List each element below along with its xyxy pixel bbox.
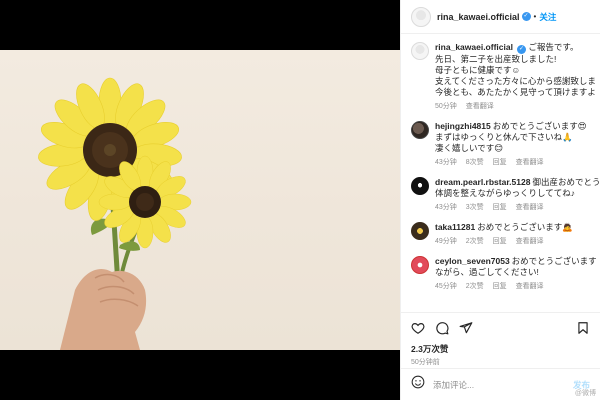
post-photo[interactable] bbox=[0, 50, 400, 350]
commenter-avatar[interactable] bbox=[411, 177, 429, 195]
comment-item: ceylon_seven7053 おめでとうございます ながら、過ごしてください!… bbox=[411, 256, 600, 291]
share-icon[interactable] bbox=[459, 321, 473, 335]
verified-badge-icon: ✓ bbox=[521, 12, 531, 21]
commenter-avatar[interactable] bbox=[411, 222, 429, 240]
comment-like-count[interactable]: 2次赞 bbox=[466, 283, 484, 290]
comment-like-count[interactable]: 3次赞 bbox=[466, 204, 484, 211]
reply-button[interactable]: 回复 bbox=[493, 159, 507, 166]
comment-like-count[interactable]: 2次赞 bbox=[466, 238, 484, 245]
weibo-watermark: @微博 bbox=[574, 390, 596, 397]
commenter-avatar[interactable] bbox=[411, 256, 429, 274]
caption-line: 今後とも、あたたかく見守って頂けますよ bbox=[435, 87, 596, 97]
caption-meta: 50分钟 查看翻译 bbox=[435, 101, 600, 111]
translate-link[interactable]: 查看翻译 bbox=[466, 103, 494, 110]
separator-dot: • bbox=[533, 12, 537, 21]
comment-input[interactable] bbox=[433, 379, 573, 390]
commenter-avatar[interactable] bbox=[411, 121, 429, 139]
comment-time: 45分钟 bbox=[435, 283, 457, 290]
comments-list[interactable]: rina_kawaei.official ✓ ご報告です。 先日、第二子を出産致し… bbox=[401, 34, 600, 312]
comment-item: taka11281 おめでとうございます🙇 49分钟 2次赞 回复 查看翻译 bbox=[411, 222, 600, 246]
post-header: rina_kawaei.official ✓ • 关注 bbox=[401, 0, 600, 34]
translate-link[interactable]: 查看翻译 bbox=[516, 159, 544, 166]
comment-line: まずはゆっくりと休んで下さいね🙏 bbox=[435, 132, 573, 142]
caption-line: 母子ともに健康です☺ bbox=[435, 65, 521, 75]
comment-line: おめでとうございます😍 bbox=[492, 121, 587, 131]
comment-time: 43分钟 bbox=[435, 159, 457, 166]
translate-link[interactable]: 查看翻译 bbox=[516, 238, 544, 245]
reply-button[interactable]: 回复 bbox=[493, 204, 507, 211]
translate-link[interactable]: 查看翻译 bbox=[516, 283, 544, 290]
caption-line: ご報告です。 bbox=[528, 42, 579, 52]
comment-time: 49分钟 bbox=[435, 238, 457, 245]
comment-line: おめでとうございます bbox=[511, 256, 597, 266]
action-icon-row bbox=[411, 319, 590, 337]
caption-line: 支えてくださった方々に心から感謝致しま bbox=[435, 76, 596, 86]
author-username[interactable]: rina_kawaei.official bbox=[437, 12, 520, 22]
comment-icon[interactable] bbox=[435, 321, 449, 335]
emoji-icon[interactable] bbox=[411, 375, 425, 394]
comment-line: 御出産おめでとう bbox=[532, 177, 600, 187]
bookmark-icon[interactable] bbox=[576, 321, 590, 335]
post-image-pane bbox=[0, 0, 400, 400]
like-count[interactable]: 2.3万次赞 bbox=[411, 343, 590, 355]
post-actions: 2.3万次赞 50分钟前 发布 @微博 bbox=[401, 312, 600, 400]
comment-like-count[interactable]: 8次赞 bbox=[466, 159, 484, 166]
comment-line: おめでとうございます🙇 bbox=[477, 222, 573, 232]
caption-username[interactable]: rina_kawaei.official bbox=[435, 42, 513, 52]
comment-meta: 43分钟 3次赞 回复 查看翻译 bbox=[435, 202, 600, 212]
comment-item: hejingzhi4815 おめでとうございます😍 まずはゆっくりと休んで下さいね… bbox=[411, 121, 600, 167]
comment-line: ながら、過ごしてください! bbox=[435, 267, 539, 277]
commenter-username[interactable]: hejingzhi4815 bbox=[435, 121, 491, 131]
comment-item: dream.pearl.rbstar.5128 御出産おめでとう 体調を整えながら… bbox=[411, 177, 600, 212]
comment-line: 体調を整えながらゆっくりしててね♪ bbox=[435, 188, 575, 198]
add-comment-bar: 发布 bbox=[401, 368, 600, 400]
verified-badge-icon: ✓ bbox=[516, 45, 526, 54]
translate-link[interactable]: 查看翻译 bbox=[516, 204, 544, 211]
comment-meta: 43分钟 8次赞 回复 查看翻译 bbox=[435, 157, 600, 167]
reply-button[interactable]: 回复 bbox=[493, 283, 507, 290]
comment-meta: 45分钟 2次赞 回复 查看翻译 bbox=[435, 281, 600, 291]
commenter-username[interactable]: taka11281 bbox=[435, 222, 475, 232]
heart-icon[interactable] bbox=[411, 321, 425, 335]
post-time: 50分钟前 bbox=[411, 359, 440, 366]
comment-line: 凄く嬉しいです😊 bbox=[435, 143, 504, 153]
commenter-username[interactable]: dream.pearl.rbstar.5128 bbox=[435, 177, 530, 187]
reply-button[interactable]: 回复 bbox=[493, 238, 507, 245]
sunflower-illustration bbox=[38, 77, 192, 350]
caption-time: 50分钟 bbox=[435, 103, 457, 110]
caption-line: 先日、第二子を出産致しました! bbox=[435, 54, 557, 64]
comment-time: 43分钟 bbox=[435, 204, 457, 211]
author-avatar-small[interactable] bbox=[411, 42, 429, 60]
author-avatar[interactable] bbox=[411, 6, 431, 27]
post-sidebar: rina_kawaei.official ✓ • 关注 rina_kawaei.… bbox=[400, 0, 600, 400]
follow-button[interactable]: 关注 bbox=[539, 11, 556, 23]
caption: rina_kawaei.official ✓ ご報告です。 先日、第二子を出産致し… bbox=[411, 42, 600, 111]
comment-meta: 49分钟 2次赞 回复 查看翻译 bbox=[435, 236, 600, 246]
commenter-username[interactable]: ceylon_seven7053 bbox=[435, 256, 510, 266]
